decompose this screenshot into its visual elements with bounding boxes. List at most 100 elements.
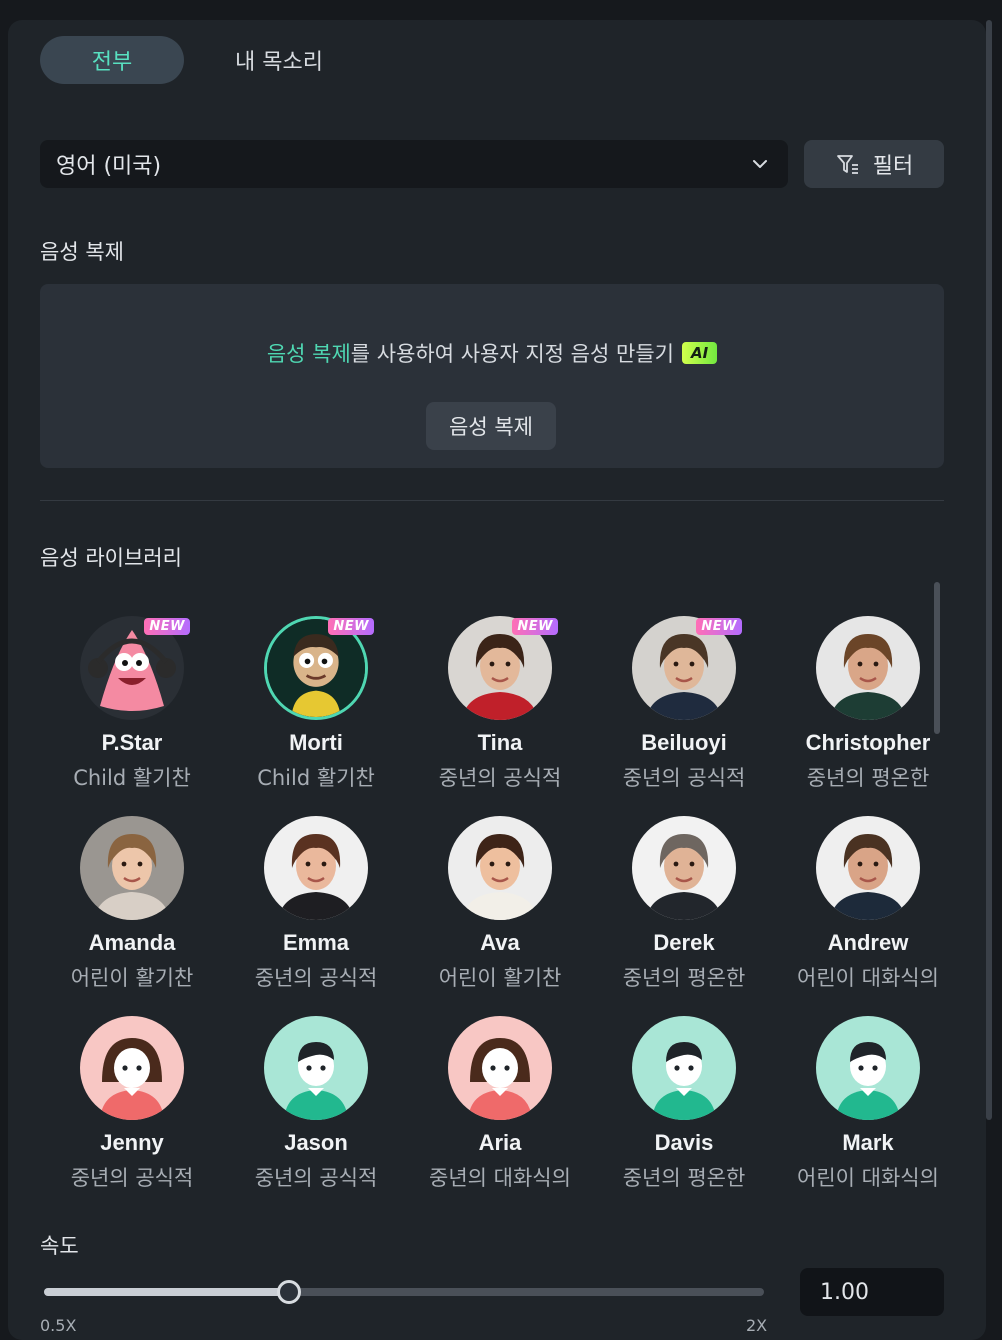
- new-badge: NEW: [512, 618, 558, 635]
- voice-name: Davis: [654, 1130, 714, 1155]
- voice-name: Emma: [282, 930, 350, 955]
- bearded-man-photo-avatar: [816, 616, 920, 720]
- male-placeholder-avatar: [816, 1016, 920, 1120]
- voice-card[interactable]: Amanda 어린이 활기찬: [40, 816, 224, 1006]
- man-headset-photo-avatar: [816, 816, 920, 920]
- voice-clone-title: 음성 복제: [40, 240, 124, 264]
- voice-card[interactable]: NEW P.Star Child 활기찬: [40, 616, 224, 806]
- voice-name: Tina: [477, 730, 523, 755]
- voice-grid: NEW P.Star Child 활기찬 NEW Morti Child 활기찬 NEW Ti…: [40, 596, 940, 1190]
- voice-avatar-wrap: [632, 816, 736, 920]
- voice-library-title: 음성 라이브러리: [40, 546, 182, 570]
- male-placeholder-avatar: [632, 1016, 736, 1120]
- voice-name: Beiluoyi: [641, 730, 727, 755]
- voice-card[interactable]: Mark 어린이 대화식의: [776, 1016, 960, 1206]
- voice-avatar-wrap: NEW: [264, 616, 374, 720]
- voice-description: 어린이 대화식의: [797, 1166, 939, 1190]
- voice-card[interactable]: NEW Morti Child 활기찬: [224, 616, 408, 806]
- male-placeholder-avatar: [264, 1016, 368, 1120]
- voice-description: 중년의 대화식의: [429, 1166, 571, 1190]
- ai-badge: AI: [681, 342, 718, 364]
- new-badge: NEW: [328, 618, 374, 635]
- voice-description: 중년의 평온한: [622, 966, 746, 990]
- voice-description: 어린이 활기찬: [438, 966, 562, 990]
- voice-avatar-wrap: [816, 616, 920, 720]
- voice-avatar-wrap: [448, 816, 552, 920]
- speed-slider[interactable]: [44, 1280, 764, 1304]
- voice-card[interactable]: NEW Tina 중년의 공식적: [408, 616, 592, 806]
- tab-all[interactable]: 전부: [40, 36, 184, 84]
- voice-name: P.Star: [101, 730, 163, 755]
- voice-name: Jason: [284, 1130, 348, 1155]
- voice-name: Derek: [653, 930, 715, 955]
- voice-grid-scrollbar[interactable]: [934, 582, 940, 734]
- voice-description: 중년의 평온한: [806, 766, 930, 790]
- voice-name: Amanda: [88, 930, 176, 955]
- older-man-photo-avatar: [632, 816, 736, 920]
- voice-avatar-wrap: [80, 1016, 184, 1120]
- voice-name: Christopher: [805, 730, 931, 755]
- voice-description: 중년의 공식적: [438, 766, 562, 790]
- voice-name: Ava: [480, 930, 520, 955]
- voice-avatar-wrap: [816, 816, 920, 920]
- voice-clone-promo: 음성 복제 를 사용하여 사용자 지정 음성 만들기 AI: [40, 338, 944, 368]
- voice-avatar-wrap: [264, 1016, 368, 1120]
- voice-description: 중년의 평온한: [622, 1166, 746, 1190]
- chevron-down-icon: [753, 160, 767, 168]
- woman-brunette-photo-avatar: [448, 816, 552, 920]
- young-woman-photo-avatar: [80, 816, 184, 920]
- voice-avatar-wrap: NEW: [632, 616, 742, 720]
- speed-slider-handle[interactable]: [277, 1280, 301, 1304]
- female-placeholder-avatar: [80, 1016, 184, 1120]
- voice-avatar-wrap: [448, 1016, 552, 1120]
- voice-card[interactable]: Jenny 중년의 공식적: [40, 1016, 224, 1206]
- language-select[interactable]: 영어 (미국): [40, 140, 788, 188]
- voice-card[interactable]: Emma 중년의 공식적: [224, 816, 408, 1006]
- voice-name: Andrew: [827, 930, 909, 955]
- voice-card[interactable]: Aria 중년의 대화식의: [408, 1016, 592, 1206]
- language-select-value: 영어 (미국): [56, 154, 162, 179]
- voice-avatar-wrap: NEW: [448, 616, 558, 720]
- voice-card[interactable]: Derek 중년의 평온한: [592, 816, 776, 1006]
- voice-clone-link[interactable]: 음성 복제: [267, 338, 351, 368]
- voice-name: Mark: [842, 1130, 894, 1155]
- voice-clone-card: 음성 복제 를 사용하여 사용자 지정 음성 만들기 AI 음성 복제: [40, 284, 944, 468]
- tab-my-voice[interactable]: 내 목소리: [204, 36, 354, 84]
- voice-name: Morti: [289, 730, 343, 755]
- voice-description: 중년의 공식적: [622, 766, 746, 790]
- voice-card[interactable]: Christopher 중년의 평온한: [776, 616, 960, 806]
- voice-card[interactable]: NEW Beiluoyi 중년의 공식적: [592, 616, 776, 806]
- filter-label: 필터: [872, 154, 914, 179]
- speed-value-input[interactable]: 1.00: [800, 1268, 944, 1316]
- voice-card[interactable]: Andrew 어린이 대화식의: [776, 816, 960, 1006]
- new-badge: NEW: [696, 618, 742, 635]
- voice-description: 중년의 공식적: [254, 966, 378, 990]
- new-badge: NEW: [144, 618, 190, 635]
- voice-avatar-wrap: [80, 816, 184, 920]
- woman-blazer-photo-avatar: [264, 816, 368, 920]
- speed-label: 속도: [40, 1234, 79, 1258]
- speed-slider-fill: [44, 1288, 289, 1296]
- voice-card[interactable]: Jason 중년의 공식적: [224, 1016, 408, 1206]
- filter-icon: [836, 155, 858, 174]
- voice-avatar-wrap: [264, 816, 368, 920]
- voice-description: 중년의 공식적: [70, 1166, 194, 1190]
- voice-name: Jenny: [100, 1130, 164, 1155]
- voice-description: 어린이 활기찬: [70, 966, 194, 990]
- filter-button[interactable]: 필터: [804, 140, 944, 188]
- panel-scrollbar[interactable]: [986, 20, 992, 1120]
- voice-avatar-wrap: [816, 1016, 920, 1120]
- voice-avatar-wrap: [632, 1016, 736, 1120]
- voice-description: Child 활기찬: [73, 766, 191, 790]
- voice-card[interactable]: Davis 중년의 평온한: [592, 1016, 776, 1206]
- voice-card[interactable]: Ava 어린이 활기찬: [408, 816, 592, 1006]
- female-placeholder-avatar: [448, 1016, 552, 1120]
- voice-panel: 전부 내 목소리 영어 (미국) 필터 음성 복제 음성 복제 를 사용하여 사…: [8, 20, 986, 1340]
- voice-name: Aria: [478, 1130, 522, 1155]
- voice-description: 중년의 공식적: [254, 1166, 378, 1190]
- voice-clone-promo-text: 를 사용하여 사용자 지정 음성 만들기: [350, 342, 674, 366]
- voice-clone-button[interactable]: 음성 복제: [426, 402, 556, 450]
- voice-description: Child 활기찬: [257, 766, 375, 790]
- voice-description: 어린이 대화식의: [797, 966, 939, 990]
- divider: [40, 500, 944, 501]
